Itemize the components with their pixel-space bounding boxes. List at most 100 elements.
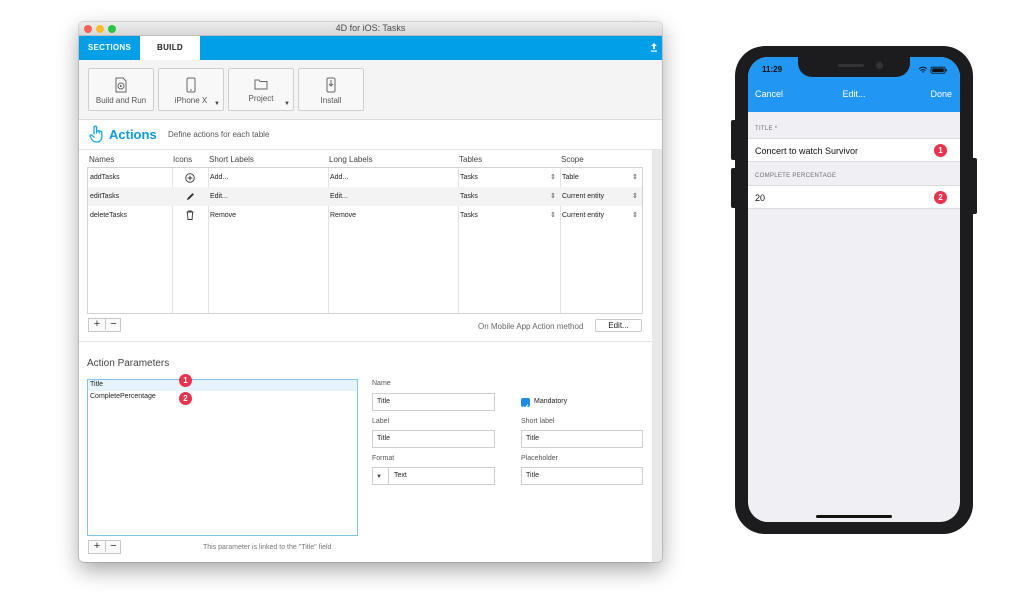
install-phone-icon xyxy=(326,77,336,93)
placeholder-field[interactable]: Title xyxy=(521,467,643,485)
actions-title: Actions xyxy=(109,127,157,142)
scope-select[interactable]: Table xyxy=(562,168,579,187)
wifi-battery-icon xyxy=(918,66,947,74)
placeholder-field-label: Placeholder xyxy=(521,455,558,462)
callout-badge-1: 1 xyxy=(934,144,947,157)
iphone-icon xyxy=(186,77,196,93)
trash-icon[interactable] xyxy=(186,210,194,220)
label-field-label: Label xyxy=(372,418,390,425)
scope-select[interactable]: Current entity xyxy=(562,187,604,206)
select-arrows-icon: ⇕ xyxy=(632,193,638,200)
scope-select[interactable]: Current entity xyxy=(562,206,604,225)
label-field[interactable]: Title xyxy=(372,430,495,448)
build-and-run-label: Build and Run xyxy=(95,96,147,105)
phone-screen: 11:29 Cancel Edit... Done TITLE * Concer… xyxy=(748,57,960,522)
dropdown-arrow-icon: ▼ xyxy=(284,101,290,107)
select-arrows-icon: ⇕ xyxy=(550,212,556,219)
title-section-header: TITLE * xyxy=(755,126,778,132)
column-header-tables: Tables xyxy=(459,155,483,164)
hand-pointer-icon xyxy=(89,125,103,143)
build-and-run-button[interactable]: Build and Run xyxy=(88,68,154,111)
short-label-field[interactable]: Title xyxy=(521,430,643,448)
window-title: 4D for iOS: Tasks xyxy=(335,23,406,33)
select-arrows-icon: ⇕ xyxy=(550,193,556,200)
app-window: 4D for iOS: Tasks SECTIONS BUILD Build a… xyxy=(79,22,662,562)
mandatory-label: Mandatory xyxy=(534,398,568,405)
pencil-icon[interactable] xyxy=(186,192,195,201)
dropdown-arrow-icon: ▼ xyxy=(214,101,220,107)
callout-badge-2: 2 xyxy=(934,191,947,204)
phone-camera xyxy=(876,62,883,69)
status-time: 11:29 xyxy=(762,65,783,74)
folder-icon xyxy=(254,79,268,90)
long-label[interactable]: Remove xyxy=(330,206,356,225)
short-label[interactable]: Remove xyxy=(210,206,236,225)
tab-build[interactable]: BUILD xyxy=(140,36,200,60)
actions-header: Actions Define actions for each table xyxy=(79,120,662,150)
actions-subtitle: Define actions for each table xyxy=(168,130,270,139)
callout-badge-1: 1 xyxy=(179,374,192,387)
parameter-link-note: This parameter is linked to the "Title" … xyxy=(203,544,332,551)
title-bar: 4D for iOS: Tasks xyxy=(79,22,662,36)
list-item[interactable]: Title xyxy=(88,380,357,391)
column-header-short-labels: Short Labels xyxy=(209,155,254,164)
install-button[interactable]: Install xyxy=(298,68,364,111)
install-label: Install xyxy=(320,96,342,105)
edit-method-button[interactable]: Edit... xyxy=(595,319,642,332)
format-field-label: Format xyxy=(372,455,395,462)
remove-parameter-button[interactable]: − xyxy=(105,540,121,552)
complete-percentage-value[interactable]: 20 xyxy=(755,193,765,203)
complete-percentage-section-header: COMPLETE PERCENTAGE xyxy=(755,173,837,179)
home-indicator[interactable] xyxy=(816,515,892,518)
select-arrows-icon: ⇕ xyxy=(550,174,556,181)
name-field-label: Name xyxy=(372,380,391,387)
column-header-names: Names xyxy=(89,155,115,164)
done-button[interactable]: Done xyxy=(930,89,952,99)
remove-action-button[interactable]: − xyxy=(105,318,121,330)
action-name[interactable]: addTasks xyxy=(90,168,120,187)
mandatory-checkbox[interactable] xyxy=(521,398,530,410)
action-name[interactable]: editTasks xyxy=(90,187,119,206)
action-parameters-title: Action Parameters xyxy=(87,358,170,369)
table-row[interactable]: deleteTasks Remove Remove Tasks ⇕ Curren… xyxy=(88,206,642,225)
phone-notch xyxy=(798,57,910,77)
table-select[interactable]: Tasks xyxy=(460,168,478,187)
add-parameter-button[interactable]: + xyxy=(89,540,105,552)
table-row[interactable]: editTasks Edit... Edit... Tasks ⇕ Curren… xyxy=(88,187,642,206)
table-row[interactable]: addTasks Add... Add... Tasks ⇕ Table ⇕ xyxy=(88,168,642,187)
format-select[interactable]: Text xyxy=(372,467,495,485)
build-run-icon xyxy=(115,77,127,93)
project-button[interactable]: Project ▼ xyxy=(228,68,294,111)
phone-nav-title: Edit... xyxy=(842,89,866,99)
short-label[interactable]: Edit... xyxy=(210,187,228,206)
parameter-list[interactable]: Title CompletePercentage xyxy=(87,379,358,536)
vertical-scrollbar[interactable] xyxy=(652,150,662,562)
select-arrows-icon: ⇕ xyxy=(632,212,638,219)
name-field[interactable]: Title xyxy=(372,393,495,411)
tab-sections[interactable]: SECTIONS xyxy=(79,36,140,60)
device-select-button[interactable]: iPhone X ▼ xyxy=(158,68,224,111)
table-select[interactable]: Tasks xyxy=(460,187,478,206)
table-select[interactable]: Tasks xyxy=(460,206,478,225)
column-header-scope: Scope xyxy=(561,155,584,164)
actions-table: addTasks Add... Add... Tasks ⇕ Table ⇕ e… xyxy=(87,167,643,314)
list-item[interactable]: CompletePercentage xyxy=(90,393,156,400)
phone-side-button xyxy=(973,158,977,214)
add-remove-action-buttons: + − xyxy=(88,318,121,332)
long-label[interactable]: Add... xyxy=(330,168,348,187)
build-toolbar: Build and Run iPhone X ▼ Project ▼ Insta… xyxy=(79,60,662,120)
title-value[interactable]: Concert to watch Survivor xyxy=(755,146,858,156)
upload-icon[interactable] xyxy=(651,43,657,52)
actions-table-header: Names Icons Short Labels Long Labels Tab… xyxy=(87,153,643,166)
action-name[interactable]: deleteTasks xyxy=(90,206,127,225)
phone-speaker xyxy=(838,64,864,67)
complete-percentage-cell[interactable]: 20 2 xyxy=(748,185,960,209)
add-remove-parameter-buttons: + − xyxy=(88,540,121,554)
plus-circle-icon[interactable] xyxy=(185,173,195,183)
dropdown-arrow-icon: ▼ xyxy=(376,474,382,480)
long-label[interactable]: Edit... xyxy=(330,187,348,206)
title-cell[interactable]: Concert to watch Survivor 1 xyxy=(748,138,960,162)
column-header-long-labels: Long Labels xyxy=(329,155,373,164)
add-action-button[interactable]: + xyxy=(89,318,105,330)
short-label[interactable]: Add... xyxy=(210,168,228,187)
